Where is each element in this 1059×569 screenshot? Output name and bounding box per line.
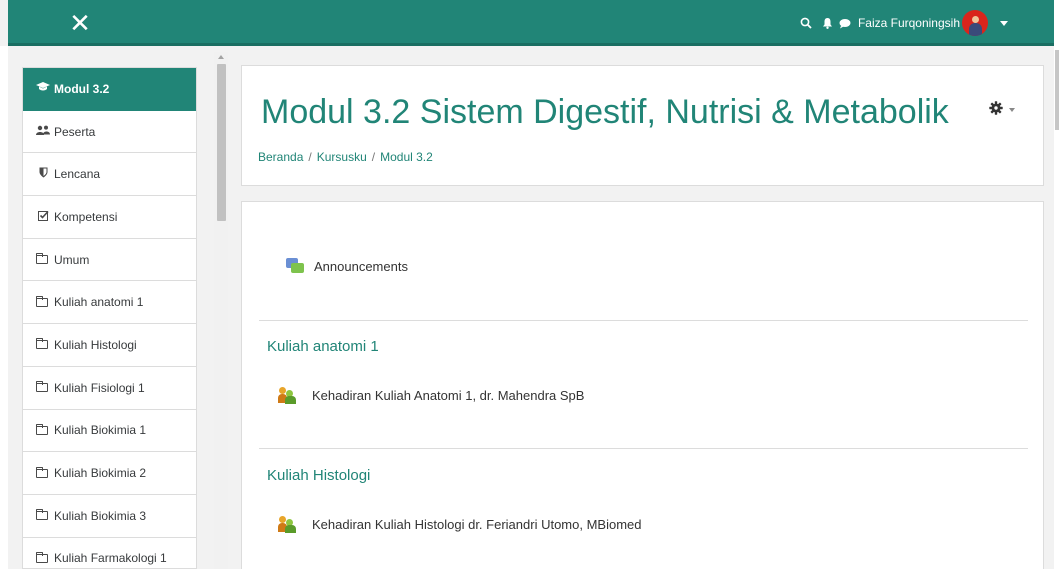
drawer-item-label: Kuliah Biokimia 3 bbox=[54, 508, 147, 523]
drawer-item-label: Kompetensi bbox=[54, 209, 118, 224]
folder-icon bbox=[36, 381, 48, 393]
folder-icon bbox=[36, 423, 48, 435]
activity-attendance-anatomy[interactable]: Kehadiran Kuliah Anatomi 1, dr. Mahendra… bbox=[278, 386, 584, 404]
attendance-icon bbox=[278, 515, 298, 533]
drawer-item-badges[interactable]: Lencana bbox=[23, 153, 196, 197]
section-divider bbox=[259, 448, 1028, 449]
top-navbar: ✕ Faiza Furqoningsih bbox=[8, 0, 1054, 46]
drawer-item-label: Kuliah Farmakologi 1 bbox=[54, 551, 167, 566]
shield-icon bbox=[36, 167, 50, 181]
drawer-item-label: Umum bbox=[54, 252, 90, 267]
folder-icon bbox=[36, 338, 48, 350]
drawer-item-histology[interactable]: Kuliah Histologi bbox=[23, 324, 196, 367]
drawer-item-course-home[interactable]: Modul 3.2 bbox=[23, 68, 196, 111]
drawer-item-label: Kuliah Fisiologi 1 bbox=[54, 380, 145, 395]
folder-icon bbox=[36, 509, 48, 521]
drawer-item-label: Kuliah anatomi 1 bbox=[54, 295, 144, 310]
drawer-item-label: Kuliah Biokimia 2 bbox=[54, 466, 147, 481]
chat-bubble-icon[interactable] bbox=[839, 18, 851, 29]
drawer-item-physiology-1[interactable]: Kuliah Fisiologi 1 bbox=[23, 367, 196, 410]
forum-icon bbox=[286, 258, 304, 274]
drawer-item-biochemistry-1[interactable]: Kuliah Biokimia 1 bbox=[23, 410, 196, 453]
bell-icon[interactable] bbox=[822, 17, 833, 29]
drawer-item-pharmacology-1[interactable]: Kuliah Farmakologi 1 bbox=[23, 538, 196, 568]
section-title-anatomy-1[interactable]: Kuliah anatomi 1 bbox=[267, 338, 379, 355]
breadcrumb-separator: / bbox=[371, 150, 376, 164]
drawer-item-anatomy-1[interactable]: Kuliah anatomi 1 bbox=[23, 281, 196, 325]
graduation-cap-icon bbox=[36, 82, 50, 95]
activity-label[interactable]: Kehadiran Kuliah Histologi dr. Feriandri… bbox=[312, 517, 642, 532]
user-menu-chevron-down-icon[interactable] bbox=[1000, 20, 1008, 26]
breadcrumb-separator: / bbox=[308, 150, 312, 164]
activity-announcements[interactable]: Announcements bbox=[286, 258, 408, 274]
section-title-histology[interactable]: Kuliah Histologi bbox=[267, 467, 370, 484]
course-settings-menu[interactable] bbox=[989, 101, 1015, 118]
folder-icon bbox=[36, 466, 48, 478]
breadcrumb-home[interactable]: Beranda bbox=[258, 150, 303, 164]
chevron-down-icon[interactable] bbox=[1009, 107, 1015, 112]
activity-attendance-histology[interactable]: Kehadiran Kuliah Histologi dr. Feriandri… bbox=[278, 515, 642, 533]
breadcrumb: Beranda / Kursusku / Modul 3.2 bbox=[258, 150, 433, 164]
folder-icon bbox=[36, 253, 48, 265]
drawer-item-label: Modul 3.2 bbox=[54, 81, 110, 96]
section-divider bbox=[259, 320, 1028, 321]
drawer-item-biochemistry-2[interactable]: Kuliah Biokimia 2 bbox=[23, 452, 196, 495]
folder-icon bbox=[36, 551, 48, 563]
search-icon[interactable] bbox=[800, 17, 812, 29]
nav-drawer: Modul 3.2 Peserta Lencana Kompetensi Umu… bbox=[22, 67, 197, 569]
activity-label[interactable]: Announcements bbox=[314, 259, 408, 274]
drawer-scrollbar[interactable] bbox=[214, 52, 228, 569]
drawer-item-label: Kuliah Histologi bbox=[54, 337, 137, 352]
drawer-item-biochemistry-3[interactable]: Kuliah Biokimia 3 bbox=[23, 495, 196, 538]
drawer-item-participants[interactable]: Peserta bbox=[23, 111, 196, 154]
page-header: Modul 3.2 Sistem Digestif, Nutrisi & Met… bbox=[241, 65, 1044, 186]
page-title: Modul 3.2 Sistem Digestif, Nutrisi & Met… bbox=[261, 93, 949, 131]
page-scrollbar[interactable] bbox=[1054, 0, 1059, 569]
drawer-item-label: Peserta bbox=[54, 124, 96, 139]
drawer-item-competencies[interactable]: Kompetensi bbox=[23, 196, 196, 239]
navbar-user-area: Faiza Furqoningsih bbox=[800, 0, 1008, 46]
avatar[interactable] bbox=[962, 10, 988, 36]
page-scrollbar-thumb[interactable] bbox=[1055, 50, 1059, 130]
breadcrumb-current-course[interactable]: Modul 3.2 bbox=[380, 150, 433, 164]
drawer-scrollbar-thumb[interactable] bbox=[217, 64, 226, 221]
scroll-up-arrow-icon[interactable] bbox=[218, 55, 224, 59]
drawer-item-general[interactable]: Umum bbox=[23, 239, 196, 282]
drawer-item-label: Lencana bbox=[54, 167, 101, 182]
user-name[interactable]: Faiza Furqoningsih bbox=[858, 16, 960, 30]
gear-icon[interactable] bbox=[989, 101, 1003, 118]
attendance-icon bbox=[278, 386, 298, 404]
breadcrumb-my-courses[interactable]: Kursusku bbox=[317, 150, 367, 164]
left-edge bbox=[0, 46, 8, 569]
checkbox-icon bbox=[36, 210, 50, 224]
users-icon bbox=[36, 125, 50, 138]
course-content: Announcements Kuliah anatomi 1 Kehadiran… bbox=[241, 201, 1044, 569]
activity-label[interactable]: Kehadiran Kuliah Anatomi 1, dr. Mahendra… bbox=[312, 388, 584, 403]
close-drawer-icon[interactable]: ✕ bbox=[66, 9, 94, 37]
folder-icon bbox=[36, 295, 48, 307]
drawer-item-label: Kuliah Biokimia 1 bbox=[54, 423, 147, 438]
